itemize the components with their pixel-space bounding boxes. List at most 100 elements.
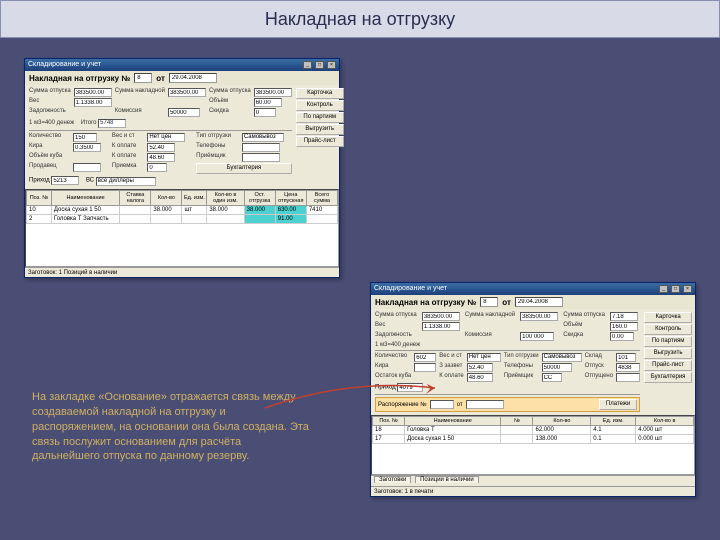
col[interactable]: Кол-во в: [636, 417, 694, 426]
sum-otp2[interactable]: [610, 312, 638, 321]
lbl: Сумма отпуска: [29, 88, 71, 97]
bux-button[interactable]: Бухгалтерия: [196, 163, 292, 174]
sum-otp2[interactable]: [254, 88, 292, 97]
zazvet[interactable]: [467, 363, 493, 372]
table-row[interactable]: 10Доска сухая 1 50 38.000шт38.000 38.000…: [27, 205, 338, 214]
kira[interactable]: [414, 363, 436, 372]
col[interactable]: №: [501, 417, 533, 426]
kopl[interactable]: [467, 373, 493, 382]
lbl: Тип отгрузки: [504, 353, 539, 362]
rasp-no[interactable]: [430, 400, 454, 409]
lbl: Телефоны: [504, 363, 539, 372]
lbl: Отпуск: [585, 363, 614, 372]
col[interactable]: Ед. изм.: [182, 190, 207, 205]
doc-no-input[interactable]: [480, 297, 498, 307]
obyom[interactable]: [254, 98, 282, 107]
lbl: Скидка: [563, 332, 607, 341]
kolvo[interactable]: [414, 353, 436, 362]
ves[interactable]: [422, 322, 460, 331]
col[interactable]: Наименование: [51, 190, 119, 205]
tel[interactable]: [242, 143, 280, 152]
vesi-dd[interactable]: Нет цен: [467, 353, 501, 362]
lbl: З зазвет: [439, 363, 463, 372]
vse-dd[interactable]: все диллеры: [96, 177, 156, 186]
minimize-icon[interactable]: _: [659, 285, 668, 293]
sum-otp[interactable]: [422, 312, 460, 321]
data-grid[interactable]: Поз. № Наименование № Кол-во Ед. изм. Ко…: [371, 415, 695, 475]
maximize-icon[interactable]: □: [671, 285, 680, 293]
btn-vygruzit[interactable]: Выгрузить: [296, 124, 344, 135]
prihod[interactable]: [51, 176, 79, 185]
table-row[interactable]: 18Головка Т 62.0004.14.000 шт: [373, 426, 694, 435]
lbl: Сумма отпуска: [375, 312, 419, 321]
sum-otp[interactable]: [74, 88, 112, 97]
priem[interactable]: [242, 153, 280, 162]
kira[interactable]: [73, 143, 101, 152]
sum-nakl[interactable]: [168, 88, 206, 97]
col[interactable]: Ставка налога: [120, 190, 151, 205]
col[interactable]: Цена отпускная: [275, 190, 306, 205]
otpuscheno[interactable]: [616, 373, 640, 382]
table-row[interactable]: 17Доска сухая 1 50 138.0000.10.000 шт: [373, 435, 694, 444]
tab-main[interactable]: Заготовки: [374, 476, 411, 483]
btn-price[interactable]: Прайс-лист: [296, 136, 344, 147]
btn-platezhi[interactable]: Платежи: [599, 399, 637, 410]
lbl: Приёмщик: [196, 153, 239, 162]
prod-dd[interactable]: [73, 163, 101, 172]
btn-price[interactable]: Прайс-лист: [644, 360, 692, 371]
btn-partii[interactable]: По партиям: [296, 112, 344, 123]
col[interactable]: Поз. №: [373, 417, 405, 426]
col[interactable]: Ед. изм.: [591, 417, 636, 426]
titlebar[interactable]: Складирование и учет _ □ ×: [371, 283, 695, 295]
btn-vygruzit[interactable]: Выгрузить: [644, 348, 692, 359]
col[interactable]: Наименование: [405, 417, 501, 426]
btn-kontrol[interactable]: Контроль: [296, 100, 344, 111]
kolvo[interactable]: [73, 133, 97, 142]
vesi-dd[interactable]: Нет цен: [147, 133, 185, 142]
skidka[interactable]: [254, 108, 276, 117]
close-icon[interactable]: ×: [327, 61, 336, 69]
sklad[interactable]: [616, 353, 636, 362]
otpusk[interactable]: [616, 363, 640, 372]
btn-partii[interactable]: По партиям: [644, 336, 692, 347]
doc-date-input[interactable]: [169, 73, 217, 83]
tab-positions[interactable]: Позиции в наличии: [415, 476, 479, 483]
tip-dd[interactable]: Самовывоз: [542, 353, 582, 362]
skidka[interactable]: [610, 332, 634, 341]
lbl: Приход: [29, 178, 50, 184]
col[interactable]: Ост. отгрузка: [244, 190, 275, 205]
col[interactable]: Кол-во в один изм.: [207, 190, 244, 205]
ves[interactable]: [74, 98, 112, 107]
prihod[interactable]: [397, 383, 423, 392]
btn-bux[interactable]: Бухгалтерия: [644, 372, 692, 383]
titlebar-text: Складирование и учет: [28, 59, 101, 71]
maximize-icon[interactable]: □: [315, 61, 324, 69]
data-grid[interactable]: Поз. № Наименование Ставка налога Кол-во…: [25, 189, 339, 267]
komis[interactable]: [168, 108, 200, 117]
minimize-icon[interactable]: _: [303, 61, 312, 69]
doc-date-input[interactable]: [515, 297, 563, 307]
komis[interactable]: [520, 332, 554, 341]
table-row[interactable]: 2Головка Т Запчасть 91.00: [27, 214, 338, 223]
btn-kartochka[interactable]: Карточка: [644, 312, 692, 323]
lbl: Объём куба: [29, 153, 70, 162]
priem[interactable]: [542, 373, 562, 382]
col[interactable]: Поз. №: [27, 190, 52, 205]
tip-dd[interactable]: Самовывоз: [242, 133, 284, 142]
tel[interactable]: [542, 363, 572, 372]
lbl: Объём: [563, 322, 607, 331]
close-icon[interactable]: ×: [683, 285, 692, 293]
col[interactable]: Кол-во: [151, 190, 182, 205]
doc-no-input[interactable]: [134, 73, 152, 83]
btn-kartochka[interactable]: Карточка: [296, 88, 344, 99]
kopl2[interactable]: [147, 153, 175, 162]
col[interactable]: Кол-во: [533, 417, 591, 426]
priemka[interactable]: [147, 163, 167, 172]
obyom[interactable]: [610, 322, 638, 331]
kopl[interactable]: [147, 143, 175, 152]
rasp-date[interactable]: [466, 400, 504, 409]
sum-nakl[interactable]: [520, 312, 558, 321]
titlebar[interactable]: Складирование и учет _ □ ×: [25, 59, 339, 71]
col[interactable]: Всего сумма: [306, 190, 337, 205]
btn-kontrol[interactable]: Контроль: [644, 324, 692, 335]
